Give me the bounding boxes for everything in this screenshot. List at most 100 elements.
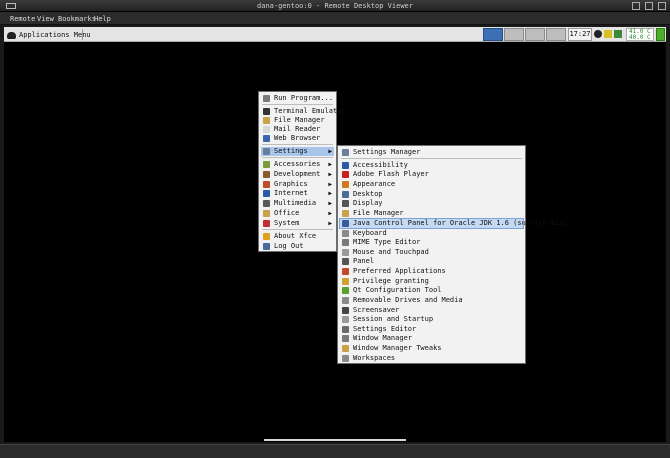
menu-item-log-out[interactable]: Log Out [261, 242, 334, 251]
submenu-arrow-icon: ▶ [328, 200, 332, 207]
menu-item-label: Window Manager [353, 334, 413, 342]
menu-item-java-control-panel-for-oracle-jdk-1-6-sun-jre-bin[interactable]: Java Control Panel for Oracle JDK 1.6 (s… [339, 218, 568, 229]
menu-item-mail-reader[interactable]: Mail Reader [261, 125, 334, 134]
minimize-icon[interactable] [632, 2, 640, 10]
menu-item-system[interactable]: System ▶ [261, 219, 334, 228]
qt-icon [342, 287, 349, 294]
flash-icon [342, 171, 349, 178]
menu-item-label: Appearance [353, 180, 396, 188]
horizontal-scrollbar[interactable] [264, 439, 406, 441]
menu-item-terminal-emulator[interactable]: Terminal Emulator [261, 107, 346, 116]
mail-icon [263, 126, 270, 133]
workspace-1[interactable] [483, 28, 503, 41]
cpu-temp-2: 40.0 C [629, 34, 651, 41]
menu-item-multimedia[interactable]: Multimedia ▶ [261, 199, 334, 208]
menu-item-label: Accessibility [353, 161, 408, 169]
menu-item-label: Settings Manager [353, 148, 421, 156]
submenu-arrow-icon: ▶ [328, 181, 332, 188]
menu-item-label: File Manager [274, 116, 325, 124]
wm-tweaks-icon [342, 345, 349, 352]
globe-icon [263, 135, 270, 142]
appearance-icon [342, 181, 349, 188]
battery-icon[interactable] [614, 30, 622, 38]
menu-item-removable-drives-and-media[interactable]: Removable Drives and Media [340, 296, 523, 305]
workspace-2[interactable] [504, 28, 524, 41]
menu-item-keyboard[interactable]: Keyboard [340, 229, 523, 238]
menu-item-run-program[interactable]: Run Program... [261, 94, 334, 103]
menu-item-accessories[interactable]: Accessories ▶ [261, 160, 334, 169]
info-icon [263, 233, 270, 240]
office-icon [263, 210, 270, 217]
menu-item-label: Settings [274, 147, 308, 155]
menu-item-web-browser[interactable]: Web Browser [261, 134, 334, 143]
close-icon[interactable] [658, 2, 666, 10]
menu-separator [262, 144, 333, 145]
submenu-arrow-icon: ▶ [328, 190, 332, 197]
xfce-panel: Applications Menu 17:27 41.0 C 40.0 C [4, 27, 666, 42]
menu-remote[interactable]: Remote [10, 15, 35, 23]
xfce-mouse-icon [7, 31, 16, 39]
menu-view[interactable]: View [37, 15, 54, 23]
menu-item-privilege-granting[interactable]: Privilege granting [340, 277, 523, 286]
network-icon[interactable] [594, 30, 602, 38]
menu-item-adobe-flash-player[interactable]: Adobe Flash Player [340, 170, 523, 179]
menu-item-file-manager[interactable]: File Manager [340, 209, 523, 218]
menu-item-display[interactable]: Display [340, 199, 523, 208]
applications-menu: Run Program... Terminal Emulator File Mana… [258, 91, 346, 252]
desktop-icon [342, 191, 349, 198]
drive-icon [342, 297, 349, 304]
menu-item-session-and-startup[interactable]: Session and Startup [340, 315, 523, 324]
viewer-statusbar [0, 444, 670, 458]
menu-item-graphics[interactable]: Graphics ▶ [261, 180, 334, 189]
menu-item-label: Keyboard [353, 229, 387, 237]
menu-item-office[interactable]: Office ▶ [261, 209, 334, 218]
terminal-icon [263, 108, 270, 115]
workspace-4[interactable] [546, 28, 566, 41]
menu-item-qt-configuration-tool[interactable]: Qt Configuration Tool [340, 286, 523, 295]
panel-clock[interactable]: 17:27 [568, 28, 592, 41]
action-buttons-icon[interactable] [656, 28, 665, 41]
menu-item-label: Screensaver [353, 306, 400, 314]
multimedia-icon [263, 200, 270, 207]
settings-submenu: Settings Manager Accessibility Adobe Flash… [337, 145, 568, 364]
menu-item-label: Qt Configuration Tool [353, 286, 442, 294]
menu-item-appearance[interactable]: Appearance [340, 180, 523, 189]
workspace-3[interactable] [525, 28, 545, 41]
menu-item-accessibility[interactable]: Accessibility [340, 161, 523, 170]
submenu-arrow-icon: ▶ [328, 171, 332, 178]
menu-item-settings[interactable]: Settings ▶ [261, 147, 334, 156]
screensaver-icon [342, 307, 349, 314]
menu-item-label: Settings Editor [353, 325, 417, 333]
menu-item-window-manager[interactable]: Window Manager [340, 334, 523, 343]
menu-item-mouse-and-touchpad[interactable]: Mouse and Touchpad [340, 248, 523, 257]
menu-help[interactable]: Help [94, 15, 111, 23]
notification-icon[interactable] [604, 30, 612, 38]
menubar: Remote View Bookmarks Help [0, 12, 670, 25]
menu-item-settings-editor[interactable]: Settings Editor [340, 325, 523, 334]
accessories-icon [263, 161, 270, 168]
menu-item-desktop[interactable]: Desktop [340, 190, 523, 199]
menu-separator [262, 104, 333, 105]
menu-item-mime-type-editor[interactable]: MIME Type Editor [340, 238, 523, 247]
panel-icon [342, 258, 349, 265]
development-icon [263, 171, 270, 178]
menu-item-internet[interactable]: Internet ▶ [261, 189, 334, 198]
menu-item-label: Java Control Panel for Oracle JDK 1.6 (s… [353, 219, 568, 227]
workspaces-icon [342, 355, 349, 362]
menu-item-preferred-applications[interactable]: Preferred Applications [340, 267, 523, 276]
menu-item-screensaver[interactable]: Screensaver [340, 306, 523, 315]
menu-bookmarks[interactable]: Bookmarks [58, 15, 96, 23]
menu-item-window-manager-tweaks[interactable]: Window Manager Tweaks [340, 344, 523, 353]
menu-item-about-xfce[interactable]: About Xfce [261, 232, 334, 241]
applications-menu-button[interactable]: Applications Menu [7, 30, 91, 40]
applications-menu-label: Applications Menu [19, 31, 91, 39]
maximize-icon[interactable] [645, 2, 653, 10]
sensor-temperatures: 41.0 C 40.0 C [626, 28, 654, 41]
menu-item-file-manager[interactable]: File Manager [261, 116, 334, 125]
menu-item-development[interactable]: Development ▶ [261, 170, 334, 179]
menu-item-panel[interactable]: Panel [340, 257, 523, 266]
menu-item-workspaces[interactable]: Workspaces [340, 354, 523, 363]
mime-icon [342, 239, 349, 246]
mouse-icon [342, 249, 349, 256]
menu-item-settings-manager[interactable]: Settings Manager [340, 148, 523, 157]
